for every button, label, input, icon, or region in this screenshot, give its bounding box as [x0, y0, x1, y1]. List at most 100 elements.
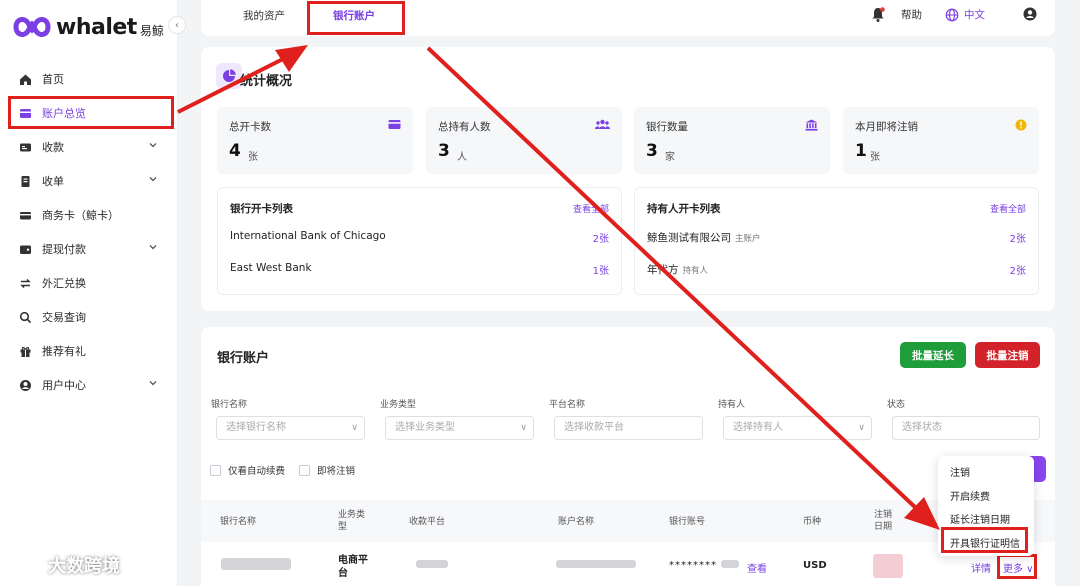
sidebar-item-business-card[interactable]: 商务卡（鲸卡）	[0, 198, 178, 232]
chevron-down-icon: ∨	[520, 423, 527, 433]
pie-chart-icon	[216, 63, 242, 89]
bank-list-view-all-link[interactable]: 查看全部	[573, 202, 609, 215]
stat-label: 总开卡数	[229, 121, 271, 133]
card-count: 1张	[592, 266, 609, 277]
select-placeholder: 选择状态	[902, 422, 942, 433]
sidebar-item-label: 用户中心	[42, 379, 86, 392]
stat-expiring-this-month: 本月即将注销 1 张	[843, 107, 1039, 174]
globe-icon	[945, 8, 959, 21]
sidebar-item-home[interactable]: 首页	[0, 62, 178, 96]
receive-icon	[18, 140, 32, 154]
card-count: 2张	[1009, 234, 1026, 245]
help-link[interactable]: 帮助	[901, 7, 922, 22]
list-item[interactable]: 鲸鱼测试有限公司 主账户 2张	[647, 230, 1026, 246]
sidebar-item-acquiring[interactable]: 收单	[0, 164, 178, 198]
bank-list-title: 银行开卡列表	[230, 203, 293, 215]
col-account-name: 账户名称	[558, 517, 595, 527]
profile-button[interactable]	[1023, 7, 1037, 21]
bank-icon	[805, 119, 818, 134]
list-item[interactable]: International Bank of Chicago 2张	[230, 230, 609, 246]
stat-label: 本月即将注销	[855, 121, 918, 133]
col-currency: 币种	[803, 517, 822, 527]
select-placeholder: 选择持有人	[733, 422, 783, 433]
blurred-bank-name	[221, 558, 291, 570]
sidebar-item-label: 首页	[42, 73, 64, 86]
sidebar-item-label: 推荐有礼	[42, 345, 86, 358]
holder-select[interactable]: 选择持有人 ∨	[723, 416, 872, 440]
bank-name-select[interactable]: 选择银行名称 ∨	[216, 416, 365, 440]
sidebar-item-referral[interactable]: 推荐有礼	[0, 334, 178, 368]
menu-item-cancel[interactable]: 注销	[950, 464, 970, 479]
view-account-link[interactable]: 查看	[747, 560, 767, 575]
batch-extend-button[interactable]: 批量延长	[900, 342, 966, 368]
highlight-box-account-overview	[8, 96, 174, 129]
select-placeholder: 选择银行名称	[226, 422, 286, 433]
col-bank-name: 银行名称	[220, 517, 257, 527]
overview-title: 统计概况	[240, 74, 293, 89]
col-account-number: 银行账号	[669, 517, 706, 527]
user-avatar-icon	[1023, 7, 1037, 21]
list-item[interactable]: 年代方 持有人 2张	[647, 262, 1026, 278]
tab-my-assets[interactable]: 我的资产	[243, 8, 285, 23]
filter-label-business-type: 业务类型	[380, 400, 417, 410]
accounts-title: 银行账户	[217, 351, 270, 366]
detail-link[interactable]: 详情	[971, 560, 991, 575]
sidebar-item-exchange[interactable]: 外汇兑换	[0, 266, 178, 300]
select-placeholder: 选择业务类型	[395, 422, 455, 433]
highlight-box-bank-accounts-tab	[307, 1, 405, 35]
sidebar: whalet 易鲸 ‹ 首页 账户总览 收款 收单 商务卡（鲸卡） 提现付款 外…	[0, 0, 186, 586]
sidebar-item-user-center[interactable]: 用户中心	[0, 368, 178, 402]
stat-value: 3	[438, 141, 450, 161]
sidebar-item-withdraw[interactable]: 提现付款	[0, 232, 178, 266]
filter-label-status: 状态	[887, 400, 906, 410]
collapse-sidebar-button[interactable]: ‹	[168, 16, 186, 34]
acquiring-icon	[18, 174, 32, 188]
chevron-down-icon: ∨	[858, 423, 865, 433]
brand-name: whalet	[56, 14, 137, 40]
expiring-checkbox[interactable]: 即将注销	[299, 463, 355, 477]
batch-cancel-button[interactable]: 批量注销	[975, 342, 1040, 368]
holder-card-list: 持有人开卡列表 查看全部 鲸鱼测试有限公司 主账户 2张 年代方 持有人 2张	[634, 187, 1039, 295]
checkbox-label: 仅看自动续费	[228, 466, 286, 477]
blurred-cancel-date	[873, 554, 903, 578]
stat-unit: 张	[870, 152, 880, 163]
status-select[interactable]: 选择状态	[892, 416, 1040, 440]
menu-item-enable-renewal[interactable]: 开启续费	[950, 488, 990, 503]
sidebar-item-receive[interactable]: 收款	[0, 130, 178, 164]
language-switch[interactable]: 中文	[945, 7, 985, 22]
business-type-select[interactable]: 选择业务类型 ∨	[385, 416, 534, 440]
card-icon	[18, 208, 32, 222]
stat-value: 3	[646, 141, 658, 161]
chevron-down-icon	[148, 140, 158, 153]
chevron-down-icon: ∨	[351, 423, 358, 433]
platform-select[interactable]: 选择收款平台	[554, 416, 703, 440]
list-item[interactable]: East West Bank 1张	[230, 262, 609, 278]
auto-renew-checkbox[interactable]: 仅看自动续费	[210, 463, 285, 477]
sidebar-item-label: 商务卡（鲸卡）	[42, 209, 119, 222]
table-row[interactable]: 电商平台 ******** 查看 USD 详情 更多 ∨	[201, 544, 1055, 586]
highlight-box-more	[997, 554, 1037, 579]
search-icon	[18, 310, 32, 324]
sidebar-item-transactions[interactable]: 交易查询	[0, 300, 178, 334]
sidebar-item-label: 交易查询	[42, 311, 86, 324]
table-header	[201, 500, 1055, 542]
brand-logo[interactable]: whalet 易鲸	[12, 14, 164, 40]
holder-tag: 主账户	[735, 234, 761, 244]
user-icon	[18, 378, 32, 392]
menu-item-extend-cancel-date[interactable]: 延长注销日期	[950, 511, 1010, 526]
holder-name: 鲸鱼测试有限公司	[647, 232, 731, 244]
stat-value: 4	[229, 141, 241, 161]
business-type-cell: 电商平台	[338, 555, 368, 579]
highlight-box-bank-certificate	[941, 527, 1028, 553]
watermark-logo-icon	[12, 557, 37, 574]
stat-total-holders: 总持有人数 3 人	[426, 107, 622, 174]
card-count: 2张	[592, 234, 609, 245]
notification-button[interactable]	[871, 7, 885, 23]
users-icon	[595, 119, 610, 133]
checkbox-label: 即将注销	[317, 466, 356, 477]
holder-list-view-all-link[interactable]: 查看全部	[990, 202, 1026, 215]
chevron-down-icon	[148, 242, 158, 255]
col-business-type: 业务类型	[338, 510, 366, 532]
home-icon	[18, 72, 32, 86]
warning-icon	[1015, 119, 1027, 134]
